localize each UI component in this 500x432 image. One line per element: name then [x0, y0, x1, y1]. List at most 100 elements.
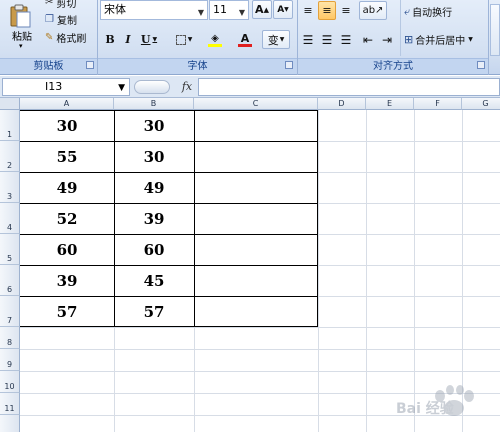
row-header-3[interactable]: 3	[0, 172, 20, 203]
underline-label: U	[140, 33, 151, 46]
gridline	[20, 371, 500, 372]
row-header-10[interactable]: 10	[0, 371, 20, 393]
increase-indent-icon: ⇥	[381, 32, 393, 47]
phonetic-button[interactable]: 变 ▼	[262, 30, 290, 49]
underline-button[interactable]: U ▼	[138, 30, 160, 49]
format-painter-button[interactable]: ✎ 格式刷	[44, 28, 94, 47]
bold-label: B	[105, 33, 115, 46]
row-header-5[interactable]: 5	[0, 234, 20, 265]
row-header-6[interactable]: 6	[0, 265, 20, 296]
up-caret-icon: ▲	[263, 5, 269, 14]
cell-b2[interactable]: 30	[114, 141, 194, 172]
decrease-indent-icon: ⇤	[362, 32, 374, 47]
column-header-c[interactable]: C	[194, 98, 318, 110]
align-left-icon: ☰	[302, 32, 314, 47]
row-header-8[interactable]: 8	[0, 327, 20, 349]
align-right-icon: ☰	[340, 32, 352, 47]
fill-color-button[interactable]: ◈	[201, 30, 229, 49]
fill-color-bar	[208, 43, 222, 47]
merge-center-button[interactable]: ⊞ 合并后居中 ▼	[403, 30, 489, 49]
gridline	[318, 110, 319, 432]
row-header-11[interactable]: 11	[0, 393, 20, 415]
clipboard-dialog-launcher[interactable]	[86, 61, 94, 69]
align-center-button[interactable]: ☰	[318, 30, 336, 49]
paste-dropdown-icon[interactable]: ▾	[19, 42, 23, 50]
group-separator	[400, 0, 401, 56]
align-left-button[interactable]: ☰	[299, 30, 317, 49]
align-middle-button[interactable]: ≡	[318, 1, 336, 20]
cell-a1[interactable]: 30	[20, 110, 114, 141]
align-right-button[interactable]: ☰	[337, 30, 355, 49]
align-center-icon: ☰	[321, 32, 333, 47]
alignment-dialog-launcher[interactable]	[477, 61, 485, 69]
formula-input[interactable]	[198, 78, 500, 96]
cell-a4[interactable]: 52	[20, 203, 114, 234]
row-header-12[interactable]	[0, 415, 20, 432]
select-all-corner[interactable]	[0, 98, 20, 110]
row-header-7[interactable]: 7	[0, 296, 20, 327]
column-header-b[interactable]: B	[114, 98, 194, 110]
increase-indent-button[interactable]: ⇥	[378, 30, 396, 49]
align-top-button[interactable]: ≡	[299, 1, 317, 20]
row-header-4[interactable]: 4	[0, 203, 20, 234]
copy-label: 复制	[56, 16, 77, 27]
cell-b3[interactable]: 49	[114, 172, 194, 203]
cell-a2[interactable]: 55	[20, 141, 114, 172]
cell-b6[interactable]: 45	[114, 265, 194, 296]
cell-a6[interactable]: 39	[20, 265, 114, 296]
copy-button[interactable]: ❐ 复制	[44, 10, 92, 29]
align-middle-icon: ≡	[322, 4, 332, 17]
name-box[interactable]: I13 ▼	[2, 78, 130, 96]
chevron-down-icon: ▼	[187, 36, 193, 43]
decrease-indent-button[interactable]: ⇤	[359, 30, 377, 49]
column-header-e[interactable]: E	[366, 98, 414, 110]
wrap-text-button[interactable]: ⤶ 自动换行	[403, 2, 469, 21]
cell-a5[interactable]: 60	[20, 234, 114, 265]
chevron-down-icon: ▼	[152, 36, 158, 43]
table-border	[194, 110, 195, 327]
column-header-a[interactable]: A	[20, 98, 114, 110]
border-button[interactable]: ▼	[171, 30, 197, 49]
font-color-bar	[238, 43, 252, 47]
cell-b4[interactable]: 39	[114, 203, 194, 234]
format-painter-label: 格式刷	[56, 34, 87, 45]
bold-button[interactable]: B	[102, 30, 118, 49]
italic-button[interactable]: I	[120, 30, 136, 49]
font-color-button[interactable]: A	[232, 30, 258, 49]
font-name-combo[interactable]: 宋体 ▼	[100, 0, 208, 20]
wrap-text-label: 自动换行	[412, 8, 453, 19]
chevron-down-icon: ▼	[279, 36, 285, 43]
shrink-font-button[interactable]: A ▼	[273, 0, 293, 19]
column-header-f[interactable]: F	[414, 98, 462, 110]
row-header-9[interactable]: 9	[0, 349, 20, 371]
clipboard-group-label: 剪贴板	[0, 58, 97, 74]
table-border	[317, 110, 318, 327]
chevron-down-icon[interactable]: ▼	[118, 80, 125, 96]
alignment-group-label: 对齐方式	[298, 58, 488, 74]
align-bottom-button[interactable]: ≡	[337, 1, 355, 20]
orientation-button[interactable]: ab↗	[359, 1, 387, 20]
gridline	[20, 349, 500, 350]
font-dialog-launcher[interactable]	[285, 61, 293, 69]
formula-separator-knob[interactable]	[134, 80, 170, 94]
cell-a3[interactable]: 49	[20, 172, 114, 203]
row-header-2[interactable]: 2	[0, 141, 20, 172]
cell-b7[interactable]: 57	[114, 296, 194, 327]
cell-b5[interactable]: 60	[114, 234, 194, 265]
cell-a7[interactable]: 57	[20, 296, 114, 327]
insert-function-button[interactable]: fx	[178, 78, 196, 96]
ribbon: 粘贴 ▾ ✂ 剪切 ❐ 复制 ✎ 格式刷 剪贴板 宋体 ▼ 11 ▼ A ▲ A ▼…	[0, 0, 500, 75]
chevron-down-icon: ▼	[197, 8, 204, 17]
font-size-combo[interactable]: 11 ▼	[209, 0, 249, 20]
column-header-d[interactable]: D	[318, 98, 366, 110]
column-header-g[interactable]: G	[462, 98, 500, 110]
row-header-1[interactable]: 1	[0, 110, 20, 141]
paste-label: 粘贴	[12, 32, 32, 43]
grow-font-button[interactable]: A ▲	[252, 0, 272, 19]
cell-b1[interactable]: 30	[114, 110, 194, 141]
paste-button[interactable]: 粘贴 ▾	[2, 2, 40, 56]
baidu-jingyan-watermark: Bai 经验	[392, 376, 496, 428]
group-separator	[488, 0, 489, 75]
italic-label: I	[125, 33, 131, 46]
gridline	[20, 327, 500, 328]
